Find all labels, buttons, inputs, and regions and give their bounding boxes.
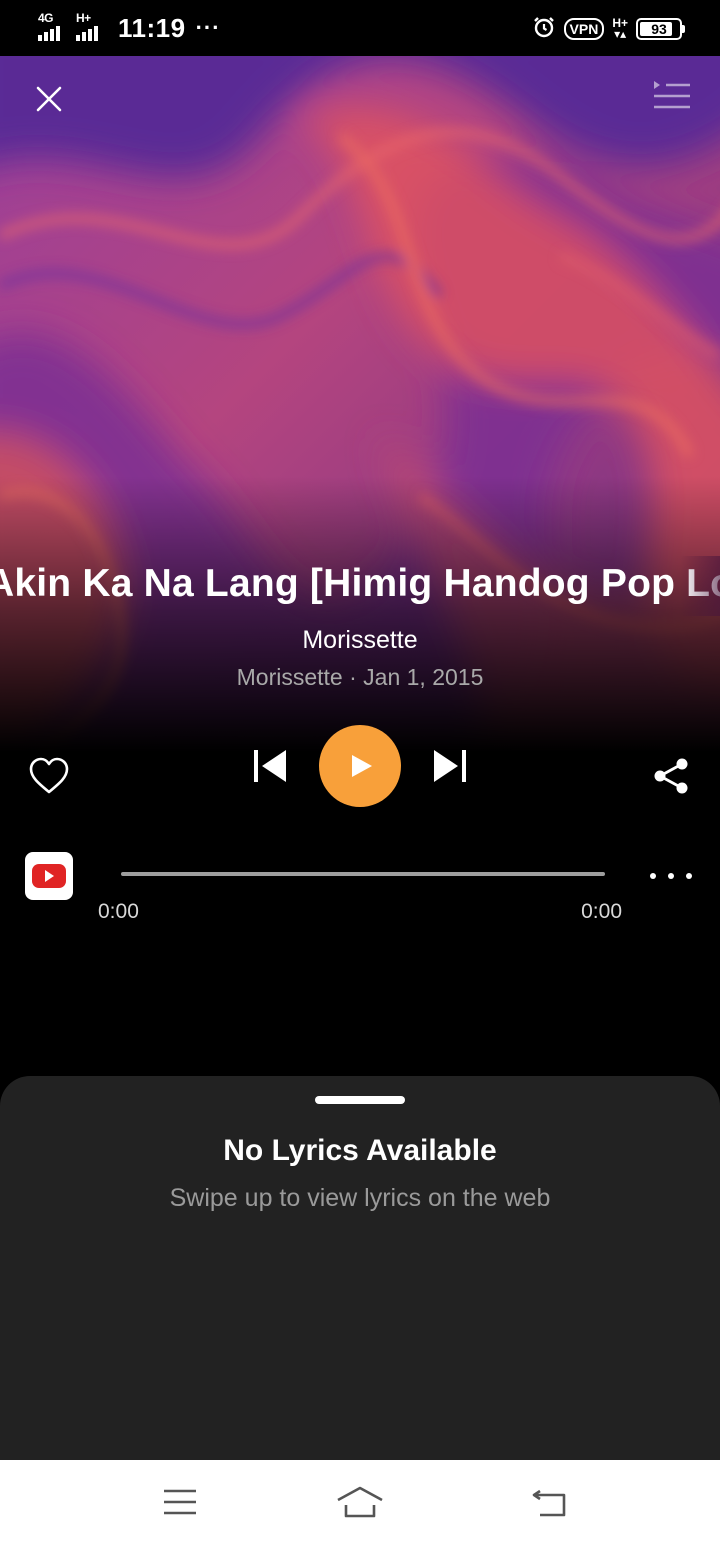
play-icon bbox=[352, 755, 372, 777]
elapsed-time: 0:00 bbox=[98, 900, 139, 923]
menu-icon bbox=[164, 1489, 196, 1515]
sheet-drag-handle[interactable] bbox=[315, 1096, 405, 1104]
nav-home-button[interactable] bbox=[332, 1478, 388, 1526]
status-right: VPN H+ ▾▴ 93 bbox=[532, 14, 685, 44]
nav-menu-button[interactable] bbox=[152, 1478, 208, 1526]
battery-level: 93 bbox=[651, 21, 667, 37]
vpn-badge: VPN bbox=[563, 18, 605, 40]
clock: 11:19 bbox=[118, 12, 186, 43]
system-navigation-bar bbox=[0, 1460, 720, 1544]
lyrics-sheet[interactable]: No Lyrics Available Swipe up to view lyr… bbox=[0, 1076, 720, 1460]
share-icon bbox=[654, 758, 688, 794]
play-button[interactable] bbox=[319, 725, 401, 807]
status-bar: 4G H+ 11:19 ··· VPN H+ ▾▴ 93 bbox=[0, 0, 720, 56]
more-options-button[interactable] bbox=[650, 862, 692, 890]
song-title-marquee: Akin Ka Na Lang [Himig Handog Pop Love S… bbox=[0, 556, 720, 616]
youtube-icon bbox=[32, 864, 66, 888]
battery-icon: 93 bbox=[636, 18, 685, 40]
queue-icon bbox=[654, 81, 690, 109]
artist-name[interactable]: Morissette bbox=[0, 626, 720, 655]
close-icon bbox=[36, 86, 62, 112]
total-time: 0:00 bbox=[581, 900, 622, 923]
progress-bar[interactable] bbox=[121, 872, 605, 876]
alarm-icon bbox=[532, 15, 556, 44]
more-options-icon bbox=[650, 873, 656, 879]
share-button[interactable] bbox=[652, 756, 690, 796]
data-activity-icon: H+ ▾▴ bbox=[612, 16, 628, 41]
close-button[interactable] bbox=[30, 80, 68, 118]
skip-previous-icon bbox=[254, 750, 286, 782]
lyrics-title: No Lyrics Available bbox=[223, 1134, 497, 1167]
notification-overflow-icon: ··· bbox=[195, 15, 221, 40]
song-title: Akin Ka Na Lang [Himig Handog Pop Love S… bbox=[0, 562, 720, 605]
lyrics-subtitle: Swipe up to view lyrics on the web bbox=[169, 1184, 551, 1212]
signal-icon: 4G bbox=[38, 11, 70, 43]
previous-button[interactable] bbox=[250, 746, 290, 786]
status-left: 4G H+ 11:19 ··· bbox=[38, 10, 221, 46]
back-icon bbox=[532, 1489, 566, 1517]
network-type-label: 4G bbox=[38, 11, 54, 25]
home-icon bbox=[337, 1486, 383, 1518]
like-button[interactable] bbox=[28, 756, 70, 796]
nav-back-button[interactable] bbox=[522, 1478, 578, 1526]
network-type-label: H+ bbox=[76, 11, 91, 25]
next-button[interactable] bbox=[430, 746, 470, 786]
youtube-source-button[interactable] bbox=[25, 852, 73, 900]
skip-next-icon bbox=[434, 750, 466, 782]
album-meta: Morissette · Jan 1, 2015 bbox=[236, 664, 484, 690]
queue-button[interactable] bbox=[652, 78, 692, 114]
heart-icon bbox=[29, 757, 69, 794]
signal-icon: H+ bbox=[76, 11, 108, 43]
